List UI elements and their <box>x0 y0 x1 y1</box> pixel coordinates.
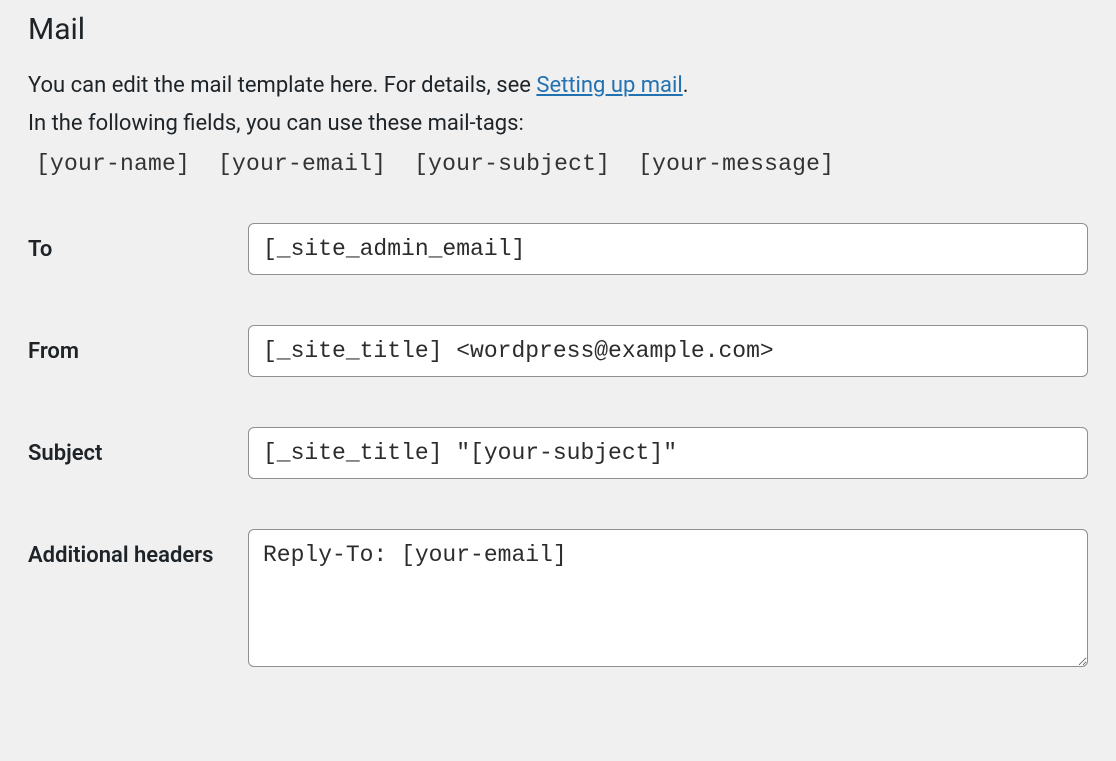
mail-tag: [your-email] <box>218 151 386 177</box>
intro-line-1: You can edit the mail template here. For… <box>28 69 1088 103</box>
label-additional-headers: Additional headers <box>28 529 248 572</box>
intro-prefix: You can edit the mail template here. For… <box>28 73 536 98</box>
input-from[interactable] <box>248 325 1088 377</box>
section-title: Mail <box>28 12 1088 47</box>
label-to: To <box>28 223 248 266</box>
intro-line-2: In the following fields, you can use the… <box>28 107 1088 141</box>
label-from: From <box>28 325 248 368</box>
setting-up-mail-link[interactable]: Setting up mail <box>536 73 682 98</box>
mail-tags-list: [your-name] [your-email] [your-subject] … <box>28 145 1088 177</box>
mail-tag: [your-message] <box>638 151 834 177</box>
row-from: From <box>28 325 1088 377</box>
label-subject: Subject <box>28 427 248 470</box>
input-subject[interactable] <box>248 427 1088 479</box>
input-to[interactable] <box>248 223 1088 275</box>
row-subject: Subject <box>28 427 1088 479</box>
textarea-additional-headers[interactable]: Reply-To: [your-email] <box>248 529 1088 667</box>
mail-tag: [your-name] <box>36 151 190 177</box>
row-additional-headers: Additional headers Reply-To: [your-email… <box>28 529 1088 671</box>
mail-tag: [your-subject] <box>414 151 610 177</box>
intro-suffix: . <box>683 73 689 98</box>
row-to: To <box>28 223 1088 275</box>
